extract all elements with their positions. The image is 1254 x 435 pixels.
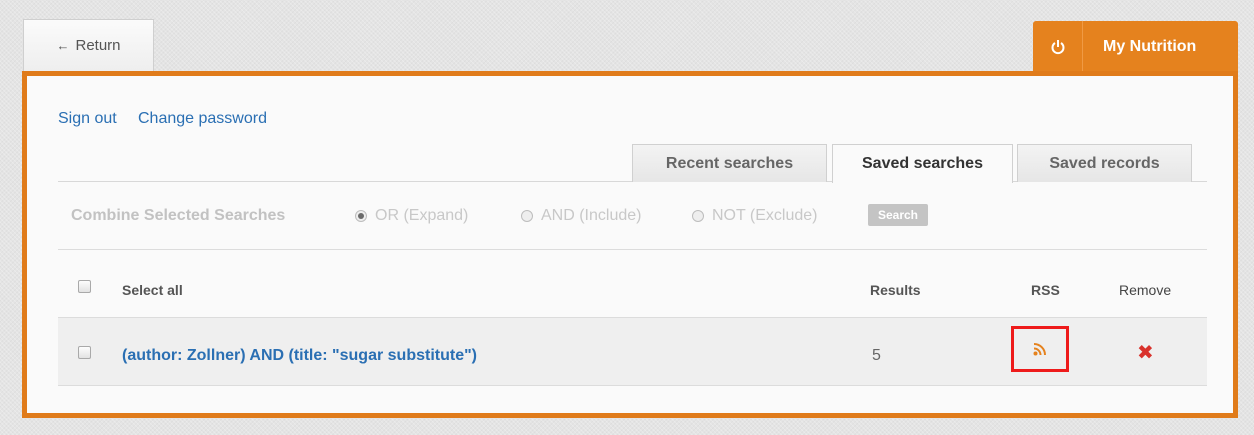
- results-column-header: Results: [870, 282, 921, 298]
- combine-searches-label: Combine Selected Searches: [71, 207, 286, 224]
- return-label: Return: [75, 37, 121, 54]
- radio-label: OR (Expand): [375, 207, 469, 224]
- divider: [58, 385, 1207, 386]
- radio-button[interactable]: [355, 210, 367, 222]
- row-checkbox[interactable]: [78, 346, 91, 359]
- rss-column-header: RSS: [1031, 282, 1060, 298]
- my-nutrition-panel: Sign out Change password Recent searches…: [22, 71, 1238, 418]
- my-nutrition-button[interactable]: My Nutrition: [1033, 21, 1238, 73]
- return-button[interactable]: ← Return: [23, 19, 154, 71]
- radio-button[interactable]: [521, 210, 533, 222]
- change-password-link[interactable]: Change password: [138, 110, 267, 128]
- radio-label: AND (Include): [541, 207, 642, 224]
- divider: [58, 249, 1207, 250]
- my-nutrition-label: My Nutrition: [1103, 38, 1197, 55]
- radio-and-include[interactable]: AND (Include): [521, 207, 641, 225]
- radio-button[interactable]: [692, 210, 704, 222]
- arrow-left-icon: ←: [56, 38, 70, 53]
- combine-search-button[interactable]: Search: [868, 204, 928, 226]
- tab-saved-records[interactable]: Saved records: [1017, 144, 1192, 182]
- saved-search-query-link[interactable]: (author: Zollner) AND (title: "sugar sub…: [122, 347, 477, 365]
- rss-feed-icon[interactable]: [1011, 326, 1069, 372]
- power-icon: [1033, 21, 1083, 73]
- radio-or-expand[interactable]: OR (Expand): [355, 207, 468, 225]
- tab-recent-searches[interactable]: Recent searches: [632, 144, 827, 182]
- select-all-label: Select all: [122, 282, 183, 298]
- radio-label: NOT (Exclude): [712, 207, 818, 224]
- radio-not-exclude[interactable]: NOT (Exclude): [692, 207, 818, 225]
- select-all-checkbox[interactable]: [78, 280, 91, 293]
- remove-column-header: Remove: [1119, 282, 1172, 298]
- tab-saved-searches[interactable]: Saved searches: [832, 144, 1013, 183]
- results-count: 5: [872, 347, 881, 364]
- close-x-icon[interactable]: ✖: [1137, 340, 1154, 365]
- sign-out-link[interactable]: Sign out: [58, 110, 117, 128]
